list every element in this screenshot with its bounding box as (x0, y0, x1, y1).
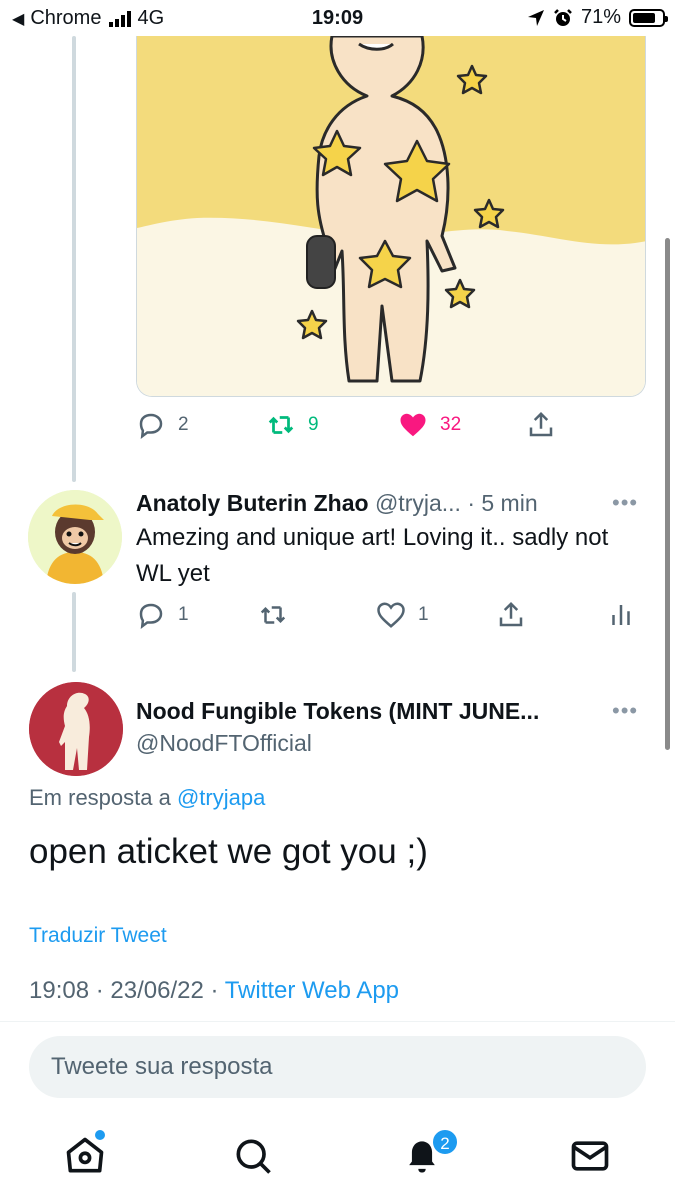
status-right: 71% (527, 6, 668, 29)
battery-percent: 71% (580, 6, 621, 28)
reply-action[interactable]: 2 (136, 410, 189, 440)
tweet-source-link[interactable]: Twitter Web App (225, 977, 399, 1004)
reply-time[interactable]: · 5 min (467, 490, 537, 516)
tab-home[interactable] (63, 1134, 107, 1178)
reply-input[interactable] (29, 1036, 646, 1098)
reply-icon (139, 413, 163, 439)
share-icon (529, 411, 553, 437)
location-arrow-icon (527, 9, 544, 26)
tweet-metadata: 19:08 · 23/06/22 · Twitter Web App (29, 977, 399, 1005)
search-icon (236, 1139, 271, 1174)
mail-icon (571, 1141, 609, 1171)
reply-more-icon[interactable]: ••• (612, 490, 638, 516)
heart-filled-icon (400, 413, 426, 437)
reply-author-name[interactable]: Anatoly Buterin Zhao (136, 490, 369, 516)
reply-text: Amezing and unique art! Loving it.. sadl… (136, 524, 609, 587)
focused-author-name[interactable]: Nood Fungible Tokens (MINT JUNE... (136, 698, 539, 725)
share-action[interactable] (526, 410, 556, 440)
reply-action[interactable]: 1 (136, 600, 189, 630)
status-bar: ◀ Chrome 4G 19:09 71% (0, 0, 675, 36)
reply-icon (139, 603, 163, 629)
tab-search[interactable] (231, 1134, 275, 1178)
composer-divider (0, 1021, 675, 1022)
retweet-count: 9 (308, 414, 319, 435)
focused-tweet-text: open aticket we got you ;) (29, 832, 428, 871)
bottom-tab-bar (0, 1110, 675, 1200)
home-icon (66, 1137, 104, 1173)
heart-outline-icon (377, 602, 405, 628)
focused-author-name-text[interactable]: Nood Fungible Tokens (MINT JUNE... (136, 698, 539, 724)
like-count: 32 (440, 414, 462, 435)
reply-count: 1 (178, 604, 189, 625)
focused-more-icon[interactable]: ••• (612, 698, 638, 724)
retweet-action[interactable] (258, 600, 300, 630)
reply-tweet-actions: 1 1 (136, 600, 636, 640)
like-action[interactable]: 32 (398, 410, 461, 440)
analytics-action[interactable] (606, 600, 636, 630)
reply-author-line: Anatoly Buterin Zhao @tryja... · 5 min (136, 490, 538, 517)
thread-line-top (72, 36, 76, 482)
tweet-timestamp: 19:08 · 23/06/22 · (29, 977, 219, 1004)
focused-author-avatar[interactable] (29, 682, 123, 776)
notification-badge: 2 (431, 1128, 459, 1156)
like-action[interactable]: 1 (376, 600, 429, 630)
share-action[interactable] (496, 600, 526, 630)
home-unread-dot (95, 1130, 105, 1140)
translate-tweet-link[interactable]: Traduzir Tweet (29, 924, 167, 948)
thread-line-middle (72, 592, 76, 672)
analytics-icon (612, 605, 630, 625)
share-icon (499, 601, 523, 627)
tab-messages[interactable] (568, 1134, 612, 1178)
tweet-art-image[interactable] (136, 36, 646, 397)
art-tweet-actions: 2 9 32 (136, 410, 636, 450)
focused-author-handle[interactable]: @NoodFTOfficial (136, 730, 312, 757)
reply-author-handle[interactable]: @tryja... (375, 490, 461, 516)
alarm-clock-icon (554, 8, 572, 26)
reply-composer[interactable] (29, 1036, 646, 1098)
reply-author-avatar[interactable] (28, 490, 122, 584)
retweet-action[interactable]: 9 (266, 410, 319, 440)
retweet-icon (260, 606, 286, 624)
replying-to-prefix: Em resposta a (29, 785, 171, 810)
like-count: 1 (418, 604, 429, 625)
reply-count: 2 (178, 414, 189, 435)
scrollbar[interactable] (665, 238, 670, 750)
retweet-icon (268, 416, 294, 434)
battery-icon (629, 8, 668, 27)
replying-to-line: Em resposta a @tryjapa (29, 785, 265, 811)
replying-to-handle-link[interactable]: @tryjapa (177, 785, 265, 810)
